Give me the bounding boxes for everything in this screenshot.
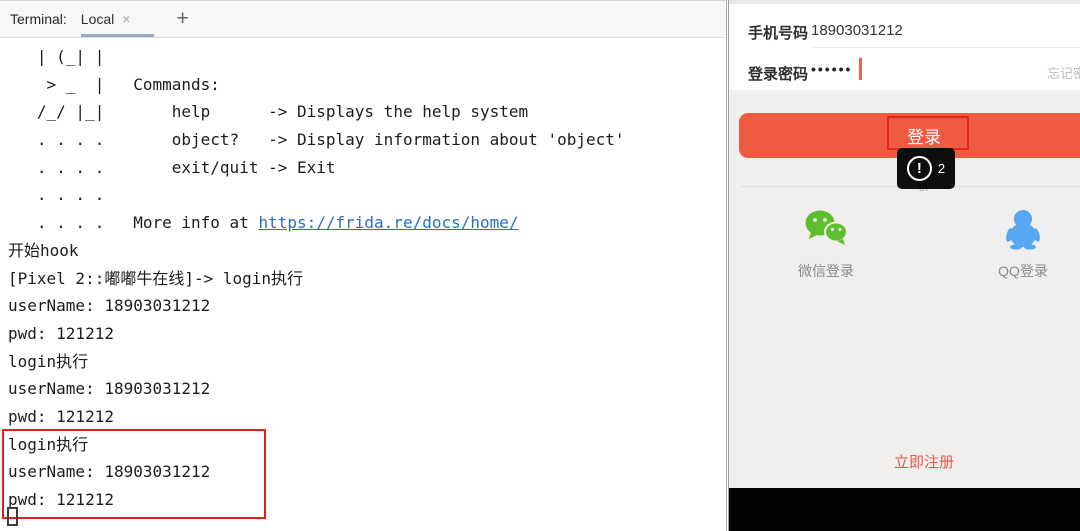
tab-local-title: Local (80, 11, 115, 27)
terminal-line-boxed: userName: 18903031212 (8, 462, 211, 482)
terminal-line: | (_| | (8, 47, 105, 66)
phone-number-label: 手机号码 (748, 25, 809, 42)
input-underline (811, 47, 1080, 48)
terminal-tabbar: Terminal: Local × + (0, 0, 726, 38)
terminal-line: login执行 (8, 351, 89, 371)
frida-docs-link[interactable]: https://frida.re/docs/home/ (258, 213, 518, 232)
qq-login-label: QQ登录 (998, 263, 1048, 279)
terminal-line-boxed: pwd: 121212 (8, 490, 114, 509)
wechat-icon (803, 208, 849, 250)
qq-icon (1003, 208, 1043, 250)
qq-login-button[interactable]: QQ登录 (963, 208, 1080, 281)
badge-count: 2 (937, 161, 946, 176)
terminal-line-more-info: . . . . More info at https://frida.re/do… (8, 209, 726, 237)
terminal-cursor (7, 507, 18, 526)
terminal-line: /_/ |_| help -> Displays the help system (8, 102, 529, 122)
forgot-password-link[interactable]: 忘记密码 (1047, 63, 1080, 82)
terminal-line: > _ | Commands: (8, 74, 220, 94)
register-now-link[interactable]: 立即注册 (894, 451, 954, 472)
exclamation-circle-icon: ! (906, 156, 932, 181)
wechat-login-label: 微信登录 (798, 263, 854, 279)
terminal-panel: Terminal: Local × + | (_| | > _ | Comman… (0, 0, 727, 531)
terminal-line: userName: 18903031212 (8, 296, 211, 316)
phone-screen-panel: 手机号码 18903031212 登录密码 •••••• 忘记密码 登录 ! 2… (728, 0, 1080, 531)
password-field[interactable]: •••••• (811, 61, 852, 77)
password-label: 登录密码 (748, 66, 809, 83)
screenshot-root: Terminal: Local × + | (_| | > _ | Comman… (0, 0, 1080, 531)
terminal-line: pwd: 121212 (8, 323, 114, 343)
android-nav-bar (729, 488, 1080, 531)
terminal-label: Terminal: (10, 11, 67, 27)
terminal-line: . . . . (8, 185, 105, 205)
terminal-line: [Pixel 2::嘟嘟牛在线]-> login执行 (8, 268, 304, 288)
terminal-line: 开始hook (8, 240, 79, 260)
phone-number-field[interactable]: 18903031212 (811, 22, 903, 39)
text-caret (859, 58, 862, 80)
login-form: 手机号码 18903031212 登录密码 •••••• 忘记密码 (729, 4, 1080, 90)
more-info-prefix: . . . . More info at (8, 213, 259, 233)
terminal-line: . . . . exit/quit -> Exit (8, 157, 336, 177)
touch-counter-badge: ! 2 (897, 148, 955, 189)
wechat-login-button[interactable]: 微信登录 (766, 208, 886, 281)
tab-local[interactable]: Local × (80, 1, 155, 37)
close-icon[interactable]: × (122, 11, 130, 27)
terminal-line: . . . . object? -> Display information a… (8, 130, 625, 150)
terminal-line: userName: 18903031212 (8, 379, 211, 399)
terminal-line: pwd: 121212 (8, 406, 114, 426)
terminal-output[interactable]: | (_| | > _ | Commands: /_/ |_| help -> … (0, 38, 726, 531)
add-tab-icon[interactable]: + (176, 8, 188, 29)
terminal-line-boxed: login执行 (8, 434, 89, 454)
